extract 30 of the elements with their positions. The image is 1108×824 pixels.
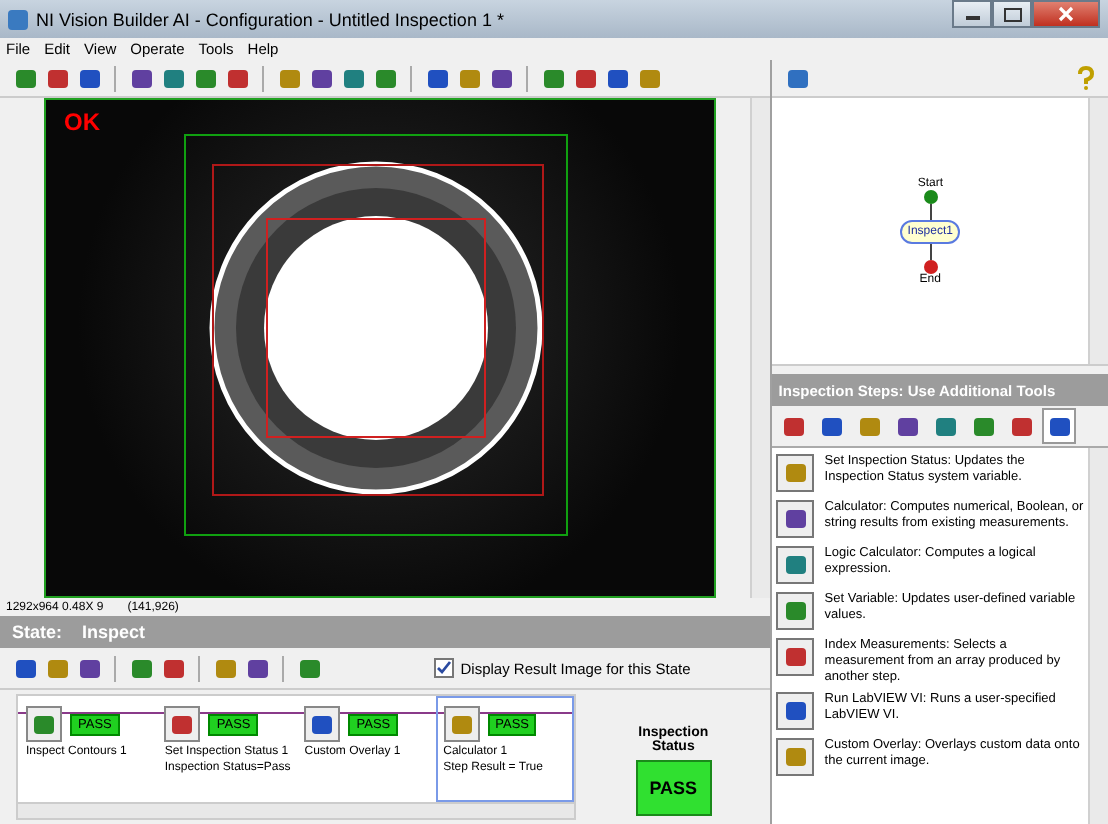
step-icon <box>164 706 201 742</box>
tool-icon[interactable] <box>776 638 815 676</box>
end-node <box>923 259 938 273</box>
display-result-checkbox[interactable] <box>434 658 455 678</box>
state-label: State: <box>12 622 63 642</box>
tool-icon[interactable] <box>776 738 815 777</box>
app-icon <box>8 9 28 29</box>
minimize-button[interactable] <box>952 0 992 28</box>
close-icon <box>1058 6 1074 22</box>
overlay-text: OK <box>64 108 100 136</box>
tool-icon[interactable] <box>776 546 815 584</box>
horizontal-scrollbar[interactable] <box>18 802 574 818</box>
connector-line <box>929 203 932 219</box>
close-button[interactable] <box>1032 0 1100 28</box>
maximize-button[interactable] <box>992 0 1032 28</box>
tool-icon[interactable] <box>776 500 815 538</box>
step-icon <box>26 706 62 742</box>
tool-icon[interactable] <box>776 592 815 630</box>
inspection-status-indicator: PASS <box>635 760 712 816</box>
vertical-scrollbar[interactable] <box>1088 448 1108 824</box>
vertical-scrollbar[interactable] <box>750 98 771 598</box>
start-node <box>923 189 938 203</box>
step-icon <box>304 706 341 742</box>
state-name: Inspect <box>82 622 146 642</box>
tool-icon[interactable] <box>776 692 815 731</box>
connector-line <box>929 243 932 259</box>
window-title: NI Vision Builder AI - Configuration - Untitled Inspection 1 * <box>36 9 506 29</box>
tool-icon[interactable] <box>776 454 815 492</box>
step-icon <box>443 706 480 742</box>
vertical-scrollbar[interactable] <box>1088 98 1108 364</box>
